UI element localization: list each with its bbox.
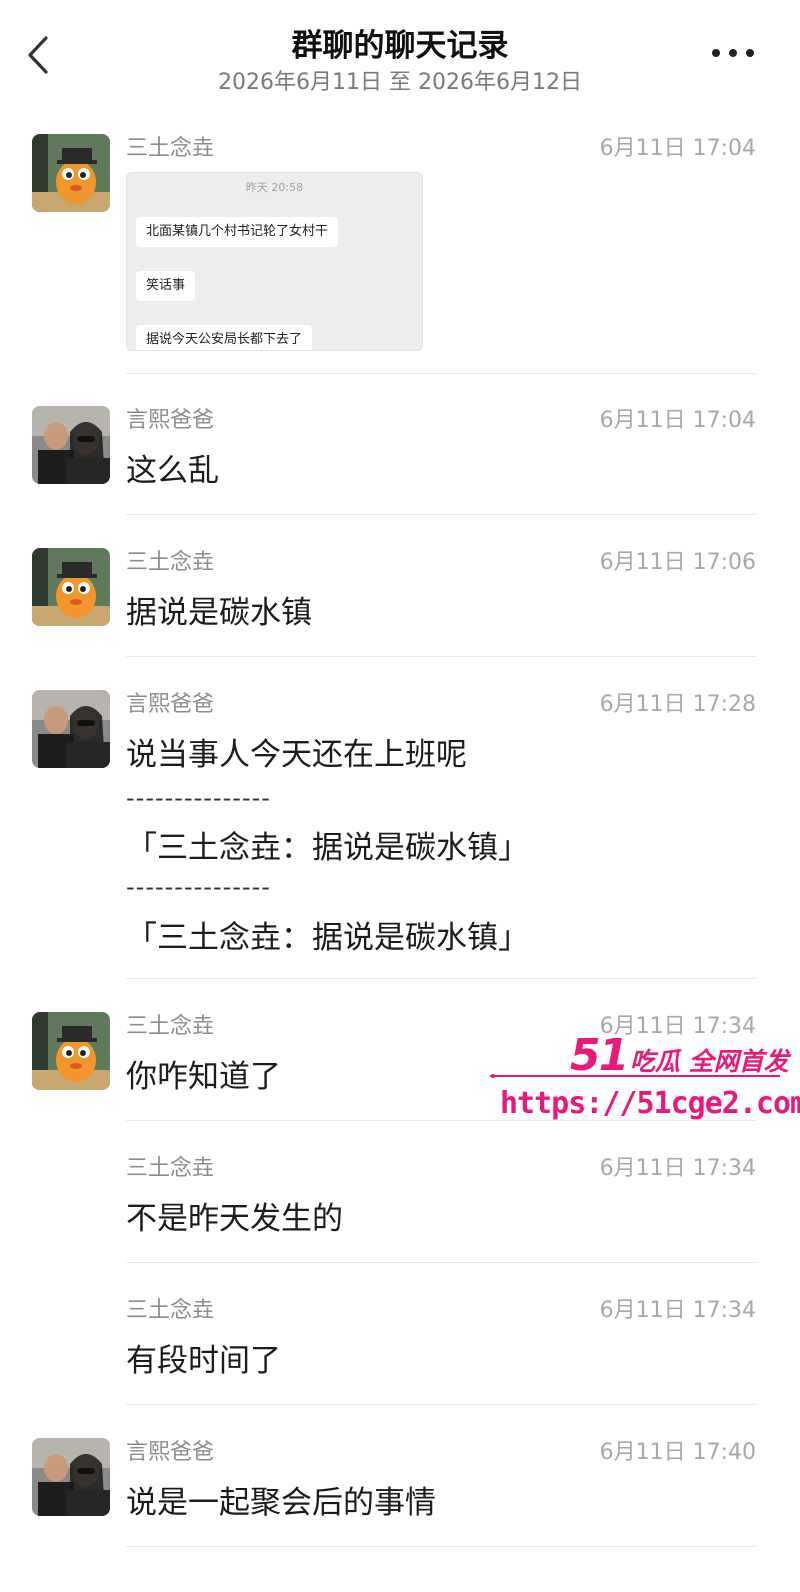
date-range: 2026年6月11日 至 2026年6月12日 [218,70,582,95]
orange-mascot-avatar-icon [32,548,110,626]
message-text: 据说是碳水镇 [126,595,312,631]
message-text: 有段时间了 [126,1343,281,1379]
sender-name: 三土念垚 [126,1156,215,1181]
sender-name: 三土念垚 [126,550,215,575]
message-time: 6月11日 17:34 [599,1156,756,1181]
avatar[interactable] [32,134,110,212]
divider [126,1404,756,1405]
screenshot-time: 昨天 20:58 [245,181,304,194]
divider [126,656,756,657]
divider [126,373,756,374]
divider [126,514,756,515]
message-time: 6月11日 17:28 [599,692,756,717]
message-item: 三土念垚 6月11日 17:34 不是昨天发生的 [0,1154,800,1264]
avatar[interactable] [32,1012,110,1090]
message-item: 言熙爸爸 6月11日 17:04 这么乱 [0,406,800,516]
message-item: 三土念垚 6月11日 17:06 据说是碳水镇 [0,548,800,658]
message-item: 三土念垚 6月11日 17:34 有段时间了 [0,1296,800,1406]
avatar[interactable] [32,1438,110,1516]
screenshot-bubble: 北面某镇几个村书记轮了女村干 [136,217,339,247]
avatar[interactable] [32,690,110,768]
message-text: 你咋知道了 [126,1059,281,1095]
couple-photo-avatar-icon [32,406,110,484]
sender-name: 言熙爸爸 [126,1440,215,1465]
more-dots-icon [712,49,754,57]
sender-name: 三土念垚 [126,136,215,161]
watermark-tag: 吃瓜 全网首发 [630,1047,789,1076]
sender-name: 三土念垚 [126,1298,215,1323]
message-time: 6月11日 17:04 [599,408,756,433]
orange-mascot-avatar-icon [32,1012,110,1090]
divider [126,1546,756,1547]
sender-name: 三土念垚 [126,1014,215,1039]
screenshot-bubble: 笑话事 [136,271,196,301]
message-item: 言熙爸爸 6月11日 17:40 说是一起聚会后的事情 [0,1438,800,1548]
quote-separator: --------------- [126,873,271,901]
image-message[interactable]: 昨天 20:58 北面某镇几个村书记轮了女村干 笑话事 据说今天公安局长都下去了 [126,172,423,351]
more-button[interactable] [708,38,758,68]
avatar[interactable] [32,406,110,484]
quote-separator: --------------- [126,784,271,812]
avatar[interactable] [32,548,110,626]
message-time: 6月11日 17:34 [599,1298,756,1323]
message-time: 6月11日 17:40 [599,1440,756,1465]
couple-photo-avatar-icon [32,690,110,768]
message-time: 6月11日 17:04 [599,136,756,161]
sender-name: 言熙爸爸 [126,692,215,717]
circuit-line-icon [490,1074,780,1078]
message-text: 说是一起聚会后的事情 [126,1485,436,1521]
message-text: 不是昨天发生的 [126,1201,343,1237]
message-item: 三土念垚 6月11日 17:04 昨天 20:58 北面某镇几个村书记轮了女村干… [0,134,800,374]
sender-name: 言熙爸爸 [126,408,215,433]
message-time: 6月11日 17:06 [599,550,756,575]
divider [126,978,756,979]
chat-history-header: 群聊的聊天记录 2026年6月11日 至 2026年6月12日 [0,0,800,110]
message-text: 这么乱 [126,453,219,489]
orange-mascot-avatar-icon [32,134,110,212]
watermark-url: https://51cge2.com [500,1086,800,1121]
page-title: 群聊的聊天记录 [291,28,509,64]
message-text: 说当事人今天还在上班呢 [126,737,467,773]
quoted-message[interactable]: 「三土念垚：据说是碳水镇」 [126,912,529,957]
divider [126,1262,756,1263]
watermark: 51 吃瓜 全网首发 https://51cge2.com [490,1022,800,1132]
quoted-message[interactable]: 「三土念垚：据说是碳水镇」 [126,822,529,867]
screenshot-bubble: 据说今天公安局长都下去了 [136,325,313,350]
message-item: 言熙爸爸 6月11日 17:28 说当事人今天还在上班呢 -----------… [0,690,800,980]
couple-photo-avatar-icon [32,1438,110,1516]
